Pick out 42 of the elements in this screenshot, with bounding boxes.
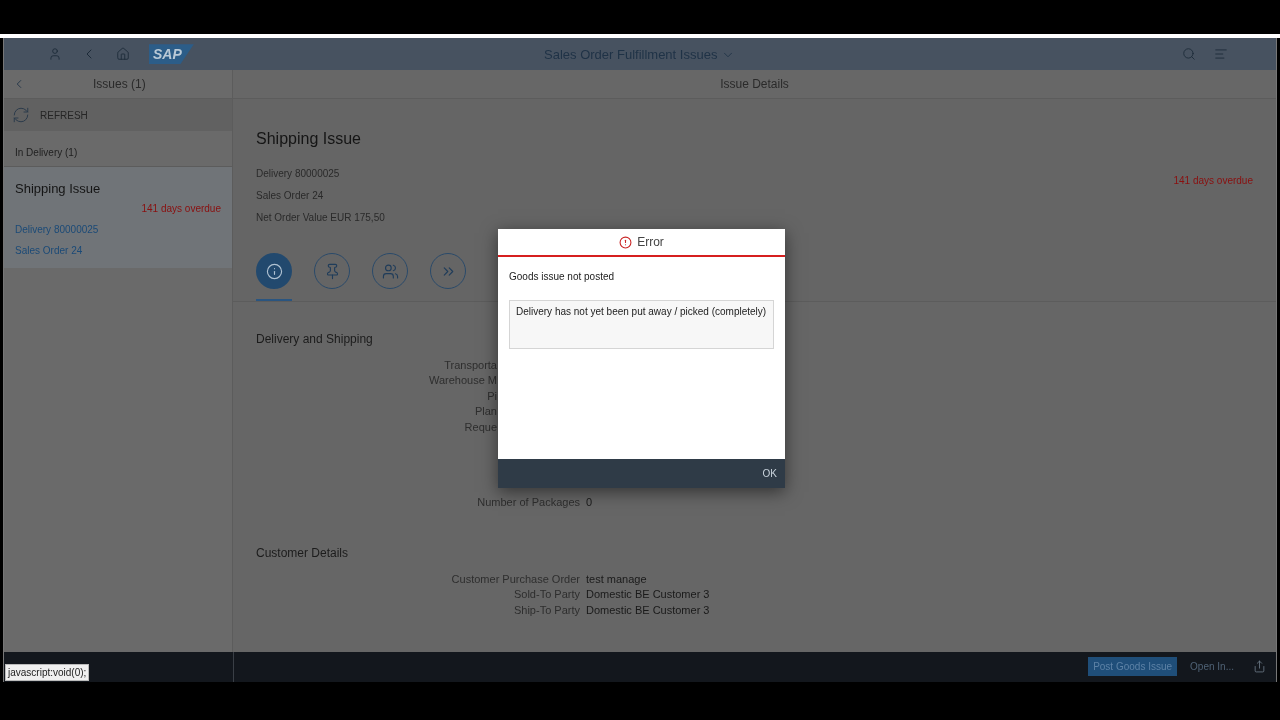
field-label: Customer Purchase Order <box>450 571 581 587</box>
object-attribute: Net Order Value EUR 175,50 <box>256 211 385 226</box>
home-icon[interactable] <box>116 47 130 62</box>
ok-button[interactable]: OK <box>762 466 777 481</box>
section-title: Delivery and Shipping <box>256 331 374 349</box>
error-icon <box>619 235 633 249</box>
overdue-status: 141 days overdue <box>1173 174 1253 188</box>
object-attribute: Delivery 80000025 <box>256 167 341 182</box>
issue-title: Shipping Issue <box>15 180 102 199</box>
logo[interactable]: SAP <box>149 44 194 65</box>
field-label: Plan <box>473 404 497 420</box>
field-value: Domestic BE Customer 3 <box>586 602 710 618</box>
info-icon <box>265 262 283 280</box>
footer-button[interactable]: Open In... <box>1185 657 1239 677</box>
people-icon <box>381 262 399 280</box>
field-label: Sold-To Party <box>512 587 581 603</box>
status-tooltip: javascript:void(0); <box>5 663 90 681</box>
user-icon[interactable] <box>48 47 62 62</box>
error-details: Delivery has not yet been put away / picked (completely) <box>509 300 774 349</box>
field-label: Transporta <box>443 357 497 373</box>
field-value: test manage <box>586 571 647 587</box>
tab[interactable] <box>256 253 292 302</box>
refresh-button[interactable]: REFRESH <box>4 99 232 132</box>
overdue-status: 141 days overdue <box>141 201 221 216</box>
dialog-title: Error <box>637 234 664 251</box>
field-value: 0 <box>586 495 593 511</box>
link[interactable]: Sales Order 24 <box>15 242 221 258</box>
field-value: Domestic BE Customer 3 <box>586 587 710 603</box>
object-attribute: Sales Order 24 <box>256 189 325 204</box>
object-title: Shipping Issue <box>256 129 362 150</box>
master-title: Issues (1) <box>93 76 146 94</box>
footer-button[interactable]: Post Goods Issue <box>1088 657 1178 677</box>
issue-list-item[interactable]: Shipping Issue 141 days overdue Delivery 80000025 Sales Order 24 <box>4 167 232 268</box>
section-title: Customer Details <box>256 545 350 563</box>
share-icon[interactable] <box>1253 660 1266 674</box>
refresh-icon <box>12 106 30 125</box>
search-icon[interactable] <box>1182 47 1196 62</box>
group-header: In Delivery (1) <box>15 146 78 161</box>
detail-title: Issue Details <box>720 76 789 94</box>
error-message: Goods issue not posted <box>508 270 616 284</box>
field-label: Reque <box>463 419 497 435</box>
link[interactable]: Delivery 80000025 <box>15 221 221 237</box>
